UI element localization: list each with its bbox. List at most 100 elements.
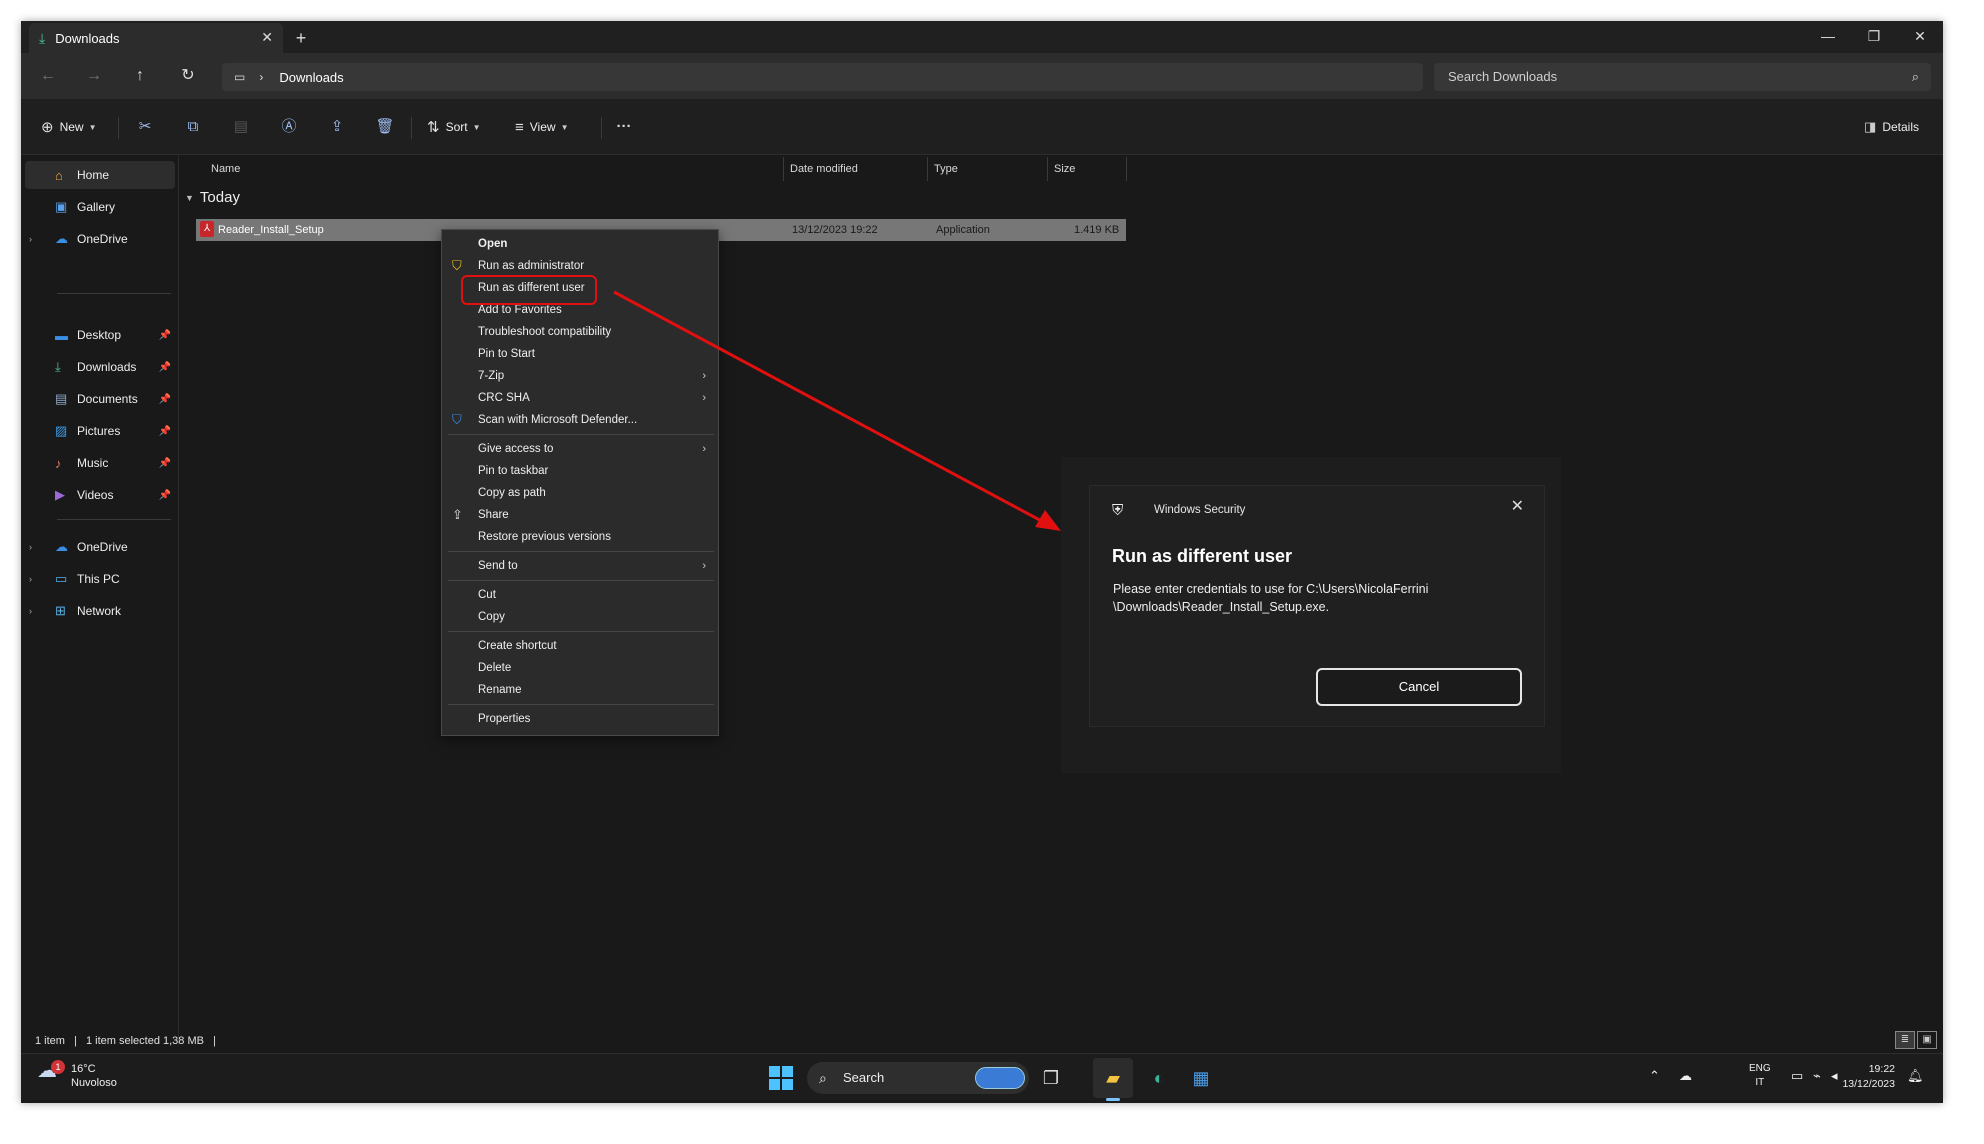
share-icon[interactable]: ⇪ — [325, 115, 349, 139]
refresh-icon[interactable]: ↻ — [173, 63, 203, 89]
menu-item-run-as-administrator[interactable]: ⛉ Run as administrator — [442, 256, 718, 276]
delete-icon[interactable]: 🗑 — [373, 115, 397, 139]
rename-icon[interactable]: Ⓐ — [277, 115, 301, 139]
sidebar-item-label: Gallery — [77, 200, 116, 214]
chevron-up-icon[interactable]: ⌃ — [1649, 1068, 1660, 1084]
divider — [57, 293, 171, 294]
defender-shield-icon: ⛉ — [452, 412, 462, 427]
address-row: ← → ↑ ↻ ▭ › Downloads Search Downloads ⌕ — [21, 53, 1943, 99]
menu-item-send-to[interactable]: Send to › — [442, 556, 718, 576]
minimize-icon[interactable]: — — [1805, 21, 1851, 53]
breadcrumb[interactable]: Downloads — [279, 70, 343, 85]
sidebar-item-gallery[interactable]: ▣ Gallery — [25, 193, 175, 221]
onedrive-offline-icon[interactable]: ☁ — [1679, 1068, 1692, 1084]
sidebar-item-desktop[interactable]: ▬ Desktop 📌 — [25, 321, 175, 349]
chevron-right-icon[interactable]: › — [29, 606, 32, 616]
chevron-right-icon[interactable]: › — [29, 574, 32, 584]
language-code: ENG — [1749, 1063, 1771, 1074]
close-tab-icon[interactable]: ✕ — [261, 29, 273, 46]
chevron-right-icon: › — [702, 370, 706, 382]
chevron-right-icon[interactable]: › — [29, 542, 32, 552]
store-icon[interactable]: ▦ — [1187, 1064, 1215, 1092]
column-header-size[interactable]: Size — [1054, 155, 1075, 183]
menu-item-share[interactable]: ⇪ Share — [442, 505, 718, 525]
back-icon[interactable]: ← — [33, 63, 63, 89]
cut-icon[interactable]: ✂ — [133, 115, 157, 139]
edge-icon[interactable]: ◐ — [1145, 1064, 1173, 1092]
search-input[interactable]: Search Downloads ⌕ — [1434, 63, 1931, 91]
sidebar-item-network[interactable]: › ⊞ Network — [25, 597, 175, 625]
column-divider[interactable] — [1047, 157, 1048, 181]
restore-icon[interactable]: ❐ — [1851, 21, 1897, 53]
sidebar-item-documents[interactable]: ▤ Documents 📌 — [25, 385, 175, 413]
menu-item-scan-defender[interactable]: ⛉ Scan with Microsoft Defender... — [442, 410, 718, 430]
sort-label: Sort — [445, 120, 468, 134]
up-icon[interactable]: ↑ — [125, 63, 155, 89]
paste-icon[interactable]: ▤ — [229, 115, 253, 139]
menu-item-give-access-to[interactable]: Give access to › — [442, 439, 718, 459]
sidebar-item-videos[interactable]: ▶ Videos 📌 — [25, 481, 175, 509]
view-button[interactable]: ≡ View ▼ — [515, 115, 568, 139]
menu-item-delete[interactable]: Delete — [442, 658, 718, 678]
column-header-date[interactable]: Date modified — [790, 155, 858, 183]
sidebar-item-onedrive-2[interactable]: › ☁ OneDrive — [25, 533, 175, 561]
file-explorer-icon[interactable]: ▰ — [1099, 1064, 1127, 1092]
cancel-button[interactable]: Cancel — [1316, 668, 1522, 706]
column-divider[interactable] — [927, 157, 928, 181]
forward-icon[interactable]: → — [79, 63, 109, 89]
chevron-right-icon[interactable]: › — [29, 234, 32, 244]
menu-item-properties[interactable]: Properties — [442, 709, 718, 729]
sidebar-item-onedrive[interactable]: › ☁ OneDrive — [25, 225, 175, 253]
column-header-name[interactable]: Name — [211, 155, 240, 183]
start-icon[interactable] — [769, 1066, 793, 1090]
display-icon[interactable]: ▭ — [1791, 1068, 1803, 1084]
menu-item-crc-sha[interactable]: CRC SHA › — [442, 388, 718, 408]
sidebar-item-downloads[interactable]: ⤓ Downloads 📌 — [25, 353, 175, 381]
address-bar[interactable]: ▭ › Downloads — [222, 63, 1423, 91]
group-header-today[interactable]: ▼ Today — [185, 189, 240, 206]
sidebar-item-music[interactable]: ♪ Music 📌 — [25, 449, 175, 477]
close-window-icon[interactable]: ✕ — [1897, 21, 1943, 53]
column-divider[interactable] — [783, 157, 784, 181]
new-button[interactable]: ⊕ New ▼ — [41, 115, 97, 139]
status-separator: | — [74, 1035, 77, 1047]
column-header-type[interactable]: Type — [934, 155, 958, 183]
sort-button[interactable]: ⇅ Sort ▼ — [427, 115, 481, 139]
clock[interactable]: 19:22 13/12/2023 — [1835, 1062, 1895, 1092]
video-icon: ▶ — [55, 487, 65, 502]
menu-item-create-shortcut[interactable]: Create shortcut — [442, 636, 718, 656]
sidebar-item-pictures[interactable]: ▨ Pictures 📌 — [25, 417, 175, 445]
copy-icon[interactable]: ⧉ — [181, 115, 205, 139]
menu-separator — [448, 580, 714, 581]
menu-item-pin-to-start[interactable]: Pin to Start — [442, 344, 718, 364]
title-bar: ⤓ Downloads ✕ + — ❐ ✕ — [21, 21, 1943, 53]
sidebar-item-this-pc[interactable]: › ▭ This PC — [25, 565, 175, 593]
weather-widget[interactable]: ☁ 1 16°C Nuvoloso — [37, 1060, 117, 1090]
menu-item-troubleshoot-compatibility[interactable]: Troubleshoot compatibility — [442, 322, 718, 342]
menu-item-7zip[interactable]: 7-Zip › — [442, 366, 718, 386]
details-button[interactable]: ◨ Details — [1864, 115, 1919, 139]
copilot-icon[interactable] — [975, 1067, 1025, 1089]
language-indicator[interactable]: ENG IT — [1749, 1062, 1771, 1090]
menu-separator — [448, 551, 714, 552]
sidebar-item-home[interactable]: ⌂ Home — [25, 161, 175, 189]
task-view-icon[interactable]: ❐ — [1037, 1064, 1065, 1092]
menu-item-cut[interactable]: Cut — [442, 585, 718, 605]
network-icon[interactable]: ⌁ — [1813, 1068, 1821, 1084]
taskbar-search[interactable]: ⌕ Search — [807, 1062, 1029, 1094]
sidebar-item-label: Documents — [77, 392, 138, 406]
close-icon[interactable]: ✕ — [1511, 496, 1524, 516]
column-divider[interactable] — [1126, 157, 1127, 181]
tab-downloads[interactable]: ⤓ Downloads ✕ — [29, 23, 283, 53]
notification-bell-icon[interactable]: 🔔︎ — [1907, 1068, 1924, 1084]
menu-item-rename[interactable]: Rename — [442, 680, 718, 700]
menu-item-copy-as-path[interactable]: Copy as path — [442, 483, 718, 503]
menu-item-pin-to-taskbar[interactable]: Pin to taskbar — [442, 461, 718, 481]
more-options-icon[interactable]: ··· — [612, 115, 636, 139]
details-view-icon[interactable]: ≣ — [1895, 1031, 1915, 1049]
tiles-view-icon[interactable]: ▣ — [1917, 1031, 1937, 1049]
menu-item-restore-previous-versions[interactable]: Restore previous versions — [442, 527, 718, 547]
new-tab-button[interactable]: + — [283, 25, 319, 51]
menu-item-copy[interactable]: Copy — [442, 607, 718, 627]
menu-item-open[interactable]: Open — [442, 234, 718, 254]
